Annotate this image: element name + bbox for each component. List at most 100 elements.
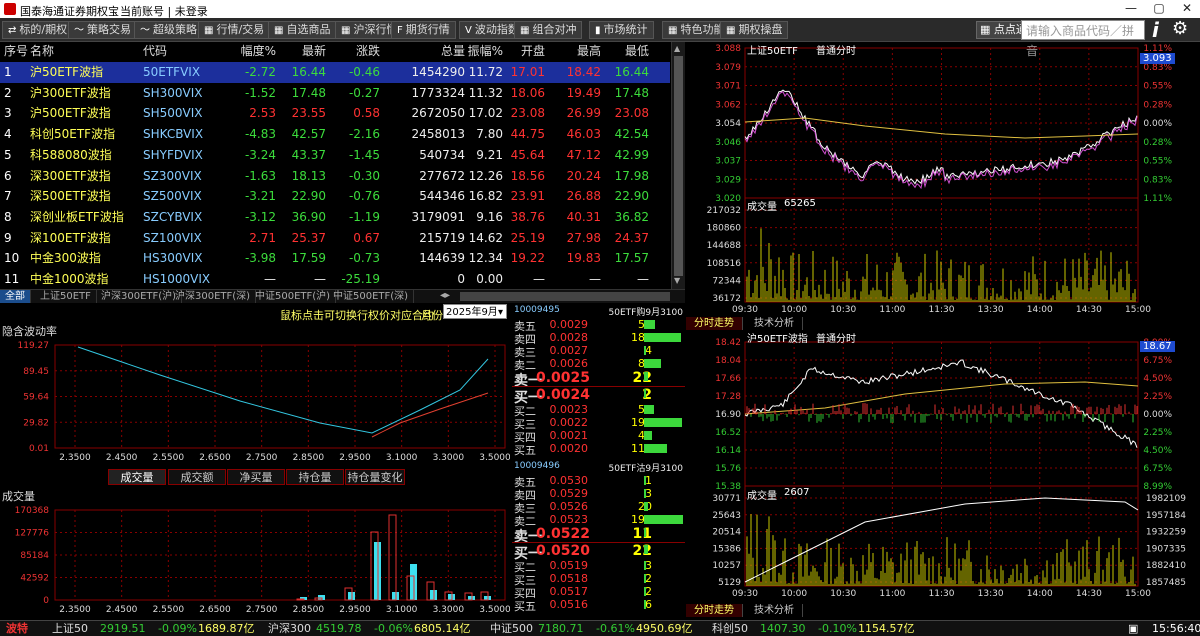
- toolbar-button-8[interactable]: ▦ 组合对冲: [514, 21, 583, 39]
- volume-ytick: 108516: [707, 259, 742, 269]
- chart-tab[interactable]: 分时走势: [686, 317, 743, 330]
- table-row[interactable]: 3 沪500ETF波指 SH500VIX 2.53 23.55 0.58 2672050 17…: [0, 103, 670, 124]
- ask-level[interactable]: 卖四 0.0529 3: [512, 487, 685, 502]
- ask-level[interactable]: 卖四 0.0028 183: [512, 331, 685, 346]
- chart-mode-select[interactable]: 普通分时: [816, 42, 856, 57]
- column-header[interactable]: 序号: [4, 42, 28, 60]
- column-header[interactable]: 振幅%: [455, 42, 503, 60]
- table-row[interactable]: 7 深500ETF波指 SZ500VIX -3.21 22.90 -0.76 544346 1…: [0, 186, 670, 207]
- bid-level[interactable]: 买三 0.0518 2: [512, 572, 685, 587]
- ask-level[interactable]: 卖一 0.0025 22: [512, 370, 685, 389]
- toolbar-label: 行情/交易: [216, 23, 265, 36]
- sheet-tab[interactable]: 全部: [0, 290, 31, 303]
- search-input[interactable]: 请输入商品代码／拼音: [1021, 20, 1145, 58]
- sheet-tab[interactable]: 中证500ETF(沪): [250, 290, 337, 303]
- volume-ytick: 217032: [707, 206, 741, 216]
- ask-level[interactable]: 卖三 0.0027 4: [512, 344, 685, 359]
- sheet-tab[interactable]: 中证500ETF(深): [328, 290, 415, 303]
- toolbar-label: 组合对冲: [532, 23, 577, 36]
- column-header[interactable]: 最低: [605, 42, 649, 60]
- close-icon[interactable]: ✕: [1178, 1, 1196, 15]
- time-xtick: 14:00: [1027, 589, 1053, 599]
- minimize-icon[interactable]: —: [1122, 1, 1140, 15]
- ask-level[interactable]: 卖五 0.0530 1: [512, 474, 685, 489]
- chart-tab[interactable]: 技术分析: [746, 317, 803, 330]
- toolbar-button-3[interactable]: ▦ 行情/交易: [198, 21, 271, 39]
- column-header[interactable]: 名称: [30, 42, 54, 60]
- gear-icon[interactable]: ⚙: [1172, 18, 1188, 39]
- horizontal-scrollbar[interactable]: [460, 292, 670, 301]
- iv-xtick: 3.3000: [433, 453, 465, 463]
- bid-level[interactable]: 买五 0.0516 6: [512, 598, 685, 613]
- chart-tab[interactable]: 分时走势: [686, 604, 743, 617]
- table-row[interactable]: 1 沪50ETF波指 50ETFVIX -2.72 16.44 -0.46 1454290 1…: [0, 62, 670, 83]
- table-row[interactable]: 9 深100ETF波指 SZ100VIX 2.71 25.37 0.67 215719 14.…: [0, 228, 670, 249]
- table-row[interactable]: 4 科创50ETF波指 SHKCBVIX -4.83 42.57 -2.16 2458013…: [0, 124, 670, 145]
- bid-depth-bar: [644, 587, 646, 596]
- toolbar-button-4[interactable]: ▦ 自选商品: [268, 21, 337, 39]
- table-row[interactable]: 2 沪300ETF波指 SH300VIX -1.52 17.48 -0.27 1773324…: [0, 83, 670, 104]
- cell-open: 19.22: [510, 251, 545, 266]
- toolbar-button-0[interactable]: ⇄ 标的/期权: [2, 21, 74, 39]
- sheet-tab[interactable]: 沪深300ETF(深): [170, 290, 257, 303]
- ask-level[interactable]: 卖二0.002687: [512, 357, 685, 372]
- bid-level[interactable]: 买五 0.0020 117: [512, 442, 685, 457]
- toolbar-button-2[interactable]: 〜超级策略: [134, 21, 203, 39]
- column-header[interactable]: 代码: [143, 42, 167, 60]
- toolbar-label: 市场统计: [603, 23, 648, 36]
- bid-level[interactable]: 买一 0.0024 2: [512, 387, 685, 406]
- tab-scroll-icon[interactable]: ◂▸: [440, 290, 450, 301]
- iv-smile-chart[interactable]: 119.27 89.45 59.64 29.82 0.01 2.3500 2.4500 2.5…: [0, 335, 511, 465]
- metric-tab[interactable]: 持仓量: [286, 469, 344, 485]
- toolbar-button-11[interactable]: ▦ 期权操盘: [720, 21, 789, 39]
- index-name[interactable]: 中证500: [490, 621, 533, 636]
- bid-level[interactable]: 买一 0.0520 22: [512, 543, 685, 562]
- metric-tab[interactable]: 持仓量变化: [345, 469, 405, 485]
- month-select[interactable]: 2025年9月 ▾: [443, 304, 507, 319]
- bid-level[interactable]: 买三 0.0022 191: [512, 416, 685, 431]
- info-icon[interactable]: i: [1152, 18, 1159, 42]
- sheet-tab[interactable]: 上证50ETF: [35, 290, 97, 303]
- table-row[interactable]: 5 科588080波指 SHYFDVIX -3.24 43.37 -1.45 540734 9…: [0, 145, 670, 166]
- bid-level[interactable]: 买四 0.0517 2: [512, 585, 685, 600]
- toolbar-button-6[interactable]: F 期货行情: [391, 21, 456, 39]
- column-header[interactable]: 幅度%: [228, 42, 276, 60]
- toolbar-button-1[interactable]: 〜策略交易: [68, 21, 137, 39]
- metric-tab[interactable]: 净买量: [227, 469, 285, 485]
- account-status[interactable]: 当前账号 | 未登录: [120, 3, 208, 19]
- column-header[interactable]: 最高: [555, 42, 601, 60]
- toolbar-button-9[interactable]: ▮ 市场统计: [589, 21, 654, 39]
- index-name[interactable]: 上证50: [52, 621, 88, 636]
- current-price-tag: 18.67: [1140, 341, 1175, 352]
- table-row[interactable]: 8 深创业板ETF波指 SZCYBVIX -3.12 36.90 -1.19 3179091…: [0, 207, 670, 228]
- cell-high: 19.83: [566, 251, 601, 266]
- table-row[interactable]: 10 中金300波指 HS300VIX -3.98 17.59 -0.73 144639 12…: [0, 248, 670, 269]
- column-header[interactable]: 涨跌: [330, 42, 380, 60]
- ask-level[interactable]: 卖三0.052620: [512, 500, 685, 515]
- ask-price: 0.0028: [549, 331, 589, 344]
- row-name: 深500ETF波指: [30, 189, 111, 204]
- toolbar-label: 波动指数: [474, 23, 519, 36]
- metric-tab[interactable]: 成交量: [108, 469, 166, 485]
- chart-mode-select[interactable]: 普通分时: [816, 330, 856, 345]
- cell-high: 47.12: [566, 147, 601, 162]
- column-header[interactable]: 最新: [280, 42, 326, 60]
- index-name[interactable]: 科创50: [712, 621, 748, 636]
- metric-tab[interactable]: 成交额: [168, 469, 226, 485]
- column-header[interactable]: 开盘: [505, 42, 545, 60]
- maximize-icon[interactable]: ▢: [1150, 1, 1168, 15]
- ask-level[interactable]: 卖五0.002953: [512, 318, 685, 333]
- index-name[interactable]: 沪深300: [268, 621, 311, 636]
- volume-ytick-right: 1957184: [1146, 511, 1186, 521]
- strike-volume-chart[interactable]: 170368 127776 85184 42592 0 2.3500 2.4500 2.550…: [0, 500, 510, 618]
- chart-tab[interactable]: 技术分析: [746, 604, 803, 617]
- ask-level[interactable]: 卖二 0.0523 195: [512, 513, 685, 528]
- table-scrollbar[interactable]: ▲ ▼: [671, 42, 685, 289]
- bid-level[interactable]: 买二 0.0519 3: [512, 559, 685, 574]
- ask-level[interactable]: 卖一 0.0522 11: [512, 526, 685, 545]
- bid-level[interactable]: 买二0.002350: [512, 403, 685, 418]
- bid-level[interactable]: 买四0.002141: [512, 429, 685, 444]
- toolbar-label: 标的/期权: [19, 23, 68, 36]
- table-row[interactable]: 6 深300ETF波指 SZ300VIX -1.63 18.13 -0.30 277672 1…: [0, 166, 670, 187]
- table-row[interactable]: 11 中金1000波指 HS1000VIX — — -25.19 0 0.00— — —: [0, 269, 670, 290]
